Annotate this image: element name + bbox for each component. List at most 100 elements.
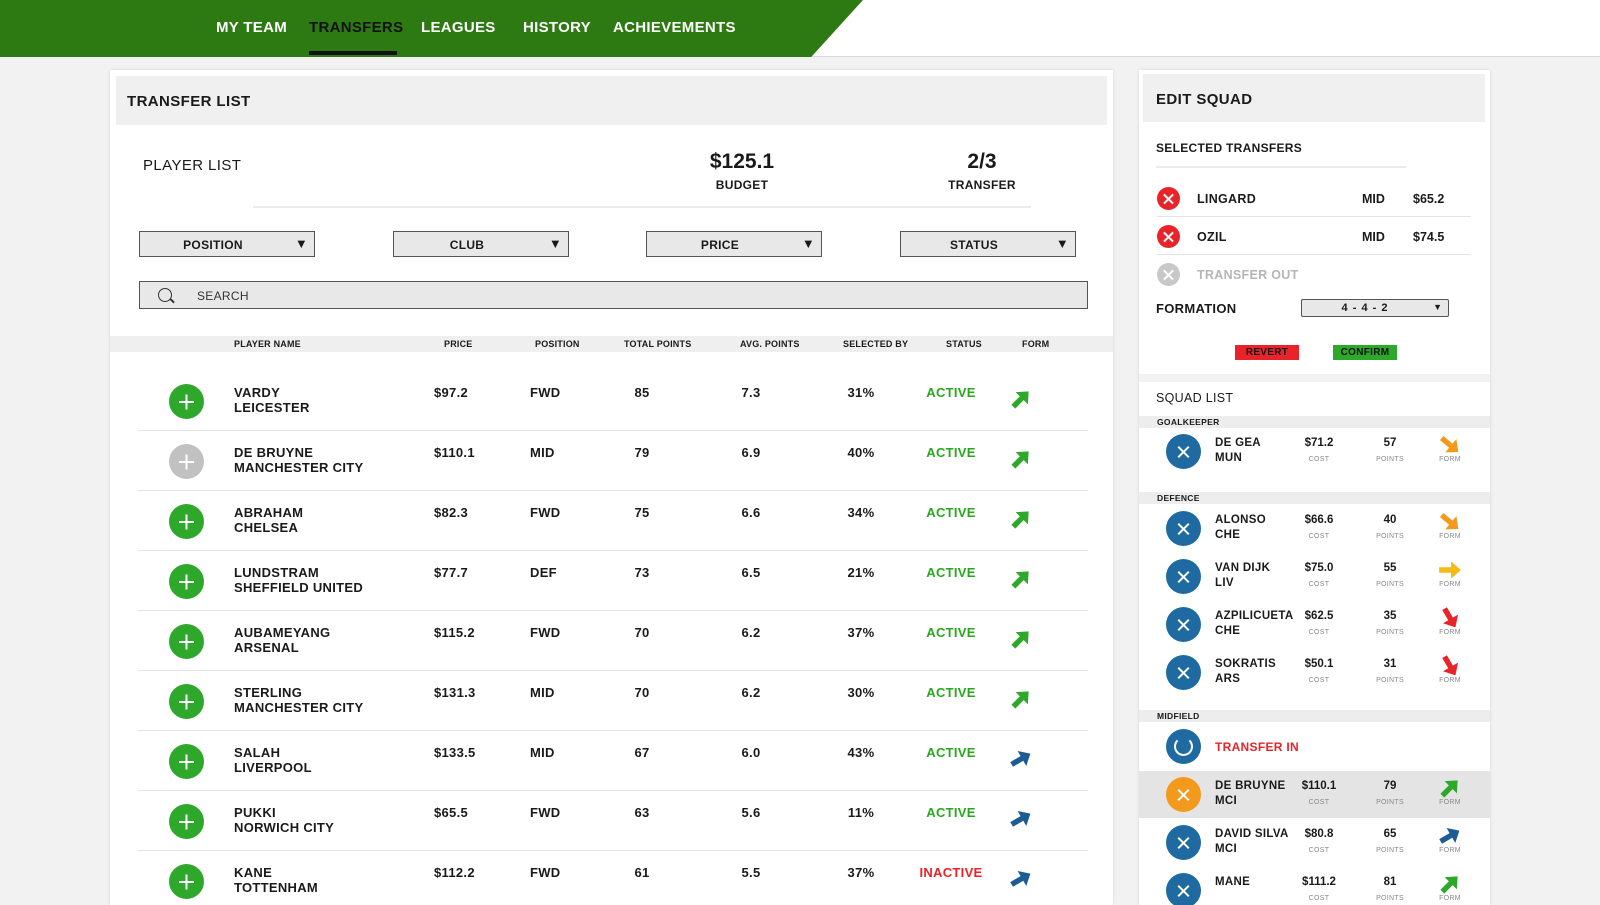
col-form: FORM [1022, 339, 1050, 349]
squad-player-name: ALONSO [1215, 514, 1266, 526]
player-total-points: 63 [634, 805, 650, 820]
player-total-points: 79 [634, 445, 650, 460]
squad-player-name: DAVID SILVA [1215, 828, 1289, 840]
selected-player-position: MID [1362, 192, 1385, 206]
top-nav-bar: MY TEAM TRANSFERS LEAGUES HISTORY ACHIEV… [0, 0, 1600, 57]
player-position: MID [530, 685, 555, 700]
remove-player-icon[interactable] [1166, 655, 1201, 690]
player-total-points: 85 [634, 385, 650, 400]
squad-player-row: MANE $111.2 COST 81 POINTS FORM [1139, 867, 1490, 905]
nav-leagues[interactable]: LEAGUES [421, 19, 496, 36]
squad-player-name: MANE [1215, 876, 1251, 888]
formation-dropdown[interactable]: 4 - 4 - 2 ▼ [1301, 299, 1449, 317]
club-filter-dropdown[interactable]: CLUB ▼ [393, 231, 569, 257]
add-player-button[interactable] [169, 864, 204, 899]
remove-player-icon[interactable] [1166, 873, 1201, 905]
player-table-header: PLAYER NAME PRICE POSITION TOTAL POINTS … [110, 336, 1113, 352]
points-caption: POINTS [1376, 847, 1404, 854]
nav-history[interactable]: HISTORY [523, 19, 591, 36]
add-player-button[interactable] [169, 384, 204, 419]
player-status: ACTIVE [926, 805, 976, 820]
remove-player-icon[interactable] [1166, 434, 1201, 469]
form-arrow-icon [1436, 823, 1464, 849]
form-arrow-icon [1436, 871, 1464, 897]
player-name-cell: LUNDSTRAM SHEFFIELD UNITED [234, 565, 363, 595]
player-name: ABRAHAM [234, 505, 304, 520]
player-avg-points: 6.9 [741, 445, 761, 460]
add-player-button[interactable] [169, 624, 204, 659]
player-price: $133.5 [434, 745, 476, 760]
remove-player-icon[interactable] [1166, 825, 1201, 860]
add-player-button[interactable] [169, 564, 204, 599]
squad-player-club: LIV [1215, 577, 1234, 589]
nav-achievements[interactable]: ACHIEVEMENTS [613, 19, 736, 36]
close-icon [1157, 263, 1180, 286]
status-filter-dropdown[interactable]: STATUS ▼ [900, 231, 1076, 257]
form-arrow-icon [1008, 446, 1034, 472]
player-avg-points: 6.0 [741, 745, 761, 760]
revert-button[interactable]: REVERT [1235, 345, 1299, 360]
remove-player-icon[interactable] [1166, 777, 1201, 812]
player-total-points: 70 [634, 685, 650, 700]
position-filter-label: POSITION [183, 238, 243, 252]
add-player-button[interactable] [169, 744, 204, 779]
col-avg-points: AVG. POINTS [740, 339, 800, 349]
form-arrow-icon [1436, 775, 1464, 801]
edit-squad-panel: EDIT SQUAD SELECTED TRANSFERS LINGARD MI… [1139, 70, 1490, 905]
squad-player-name: DE GEA [1215, 437, 1261, 449]
position-filter-dropdown[interactable]: POSITION ▼ [139, 231, 315, 257]
remove-player-icon[interactable] [1166, 511, 1201, 546]
squad-player-name: VAN DIJK [1215, 562, 1271, 574]
squad-player-cost: $50.1 [1304, 658, 1334, 670]
points-caption: POINTS [1376, 456, 1404, 463]
transfer-in-label: TRANSFER IN [1215, 740, 1299, 754]
transfer-in-slot[interactable]: TRANSFER IN [1139, 723, 1490, 770]
player-search-input[interactable]: SEARCH [139, 281, 1088, 309]
form-arrow-icon [1008, 386, 1034, 412]
add-player-button[interactable] [169, 684, 204, 719]
squad-player-cost: $71.2 [1304, 437, 1334, 449]
group-midfield: MIDFIELD [1139, 710, 1490, 722]
player-row: VARDY LEICESTER $97.2 FWD 85 7.3 31% ACTIVE [138, 370, 1088, 431]
formation-label: FORMATION [1156, 301, 1237, 316]
nav-my-team[interactable]: MY TEAM [216, 19, 287, 36]
player-selected-by: 37% [847, 865, 875, 880]
transfer-out-slot[interactable]: TRANSFER OUT [1157, 256, 1471, 293]
confirm-button[interactable]: CONFIRM [1333, 345, 1397, 360]
add-player-button[interactable] [169, 804, 204, 839]
price-filter-dropdown[interactable]: PRICE ▼ [646, 231, 822, 257]
remove-player-icon[interactable] [1166, 607, 1201, 642]
player-club: TOTTENHAM [234, 880, 319, 895]
player-list-title: PLAYER LIST [143, 157, 242, 174]
search-icon [158, 288, 172, 302]
player-club: ARSENAL [234, 640, 299, 655]
add-player-button[interactable] [169, 504, 204, 539]
player-row: SALAH LIVERPOOL $133.5 MID 67 6.0 43% ACTIVE [138, 730, 1088, 791]
squad-player-row: SOKRATIS ARS $50.1 COST 31 POINTS FORM [1139, 649, 1490, 696]
player-name-cell: KANE TOTTENHAM [234, 865, 318, 895]
remove-transfer-icon[interactable] [1157, 187, 1180, 210]
nav-transfers[interactable]: TRANSFERS [309, 19, 403, 36]
form-arrow-icon [1436, 509, 1464, 535]
player-total-points: 73 [634, 565, 650, 580]
player-name: DE BRUYNE [234, 445, 314, 460]
player-status: ACTIVE [926, 685, 976, 700]
squad-player-name: DE BRUYNE [1215, 780, 1286, 792]
remove-player-icon[interactable] [1166, 559, 1201, 594]
player-status: ACTIVE [926, 745, 976, 760]
cost-caption: COST [1308, 456, 1330, 463]
remove-transfer-icon[interactable] [1157, 225, 1180, 248]
player-name: STERLING [234, 685, 303, 700]
form-caption: FORM [1439, 895, 1461, 902]
player-position: FWD [530, 505, 561, 520]
dropdown-arrow-icon: ▼ [294, 236, 308, 251]
player-price: $77.7 [434, 565, 469, 580]
squad-player-cost: $110.1 [1301, 780, 1337, 792]
player-price: $65.5 [434, 805, 469, 820]
player-club: LIVERPOOL [234, 760, 312, 775]
squad-player-name: SOKRATIS [1215, 658, 1276, 670]
player-total-points: 61 [634, 865, 650, 880]
dropdown-arrow-icon: ▼ [801, 236, 815, 251]
squad-list-title: SQUAD LIST [1156, 391, 1234, 405]
cost-caption: COST [1308, 533, 1330, 540]
